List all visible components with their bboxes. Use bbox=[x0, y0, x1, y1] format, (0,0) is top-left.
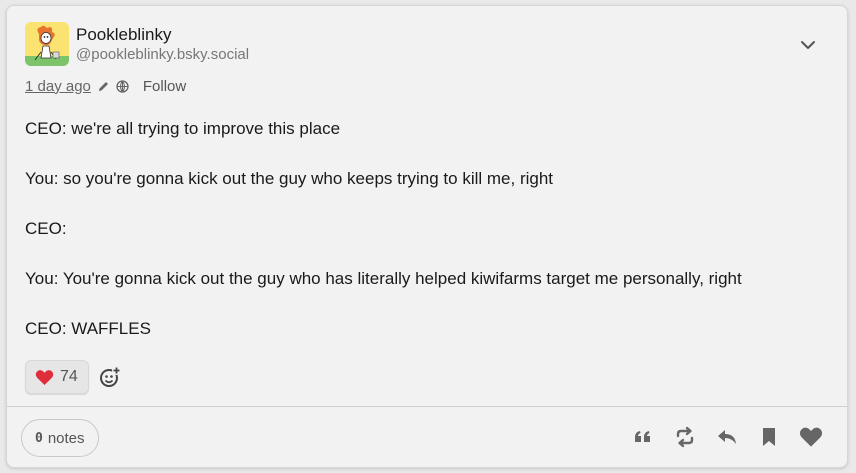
pencil-icon bbox=[97, 80, 110, 93]
notes-label: notes bbox=[47, 429, 85, 447]
reaction-count: 74 bbox=[60, 368, 78, 385]
globe-icon bbox=[116, 79, 129, 93]
reactions-bar: 74 bbox=[25, 360, 122, 394]
follow-button[interactable]: Follow bbox=[143, 78, 186, 95]
notes-count: 0 bbox=[35, 430, 43, 446]
author-display-name[interactable]: Pookleblinky bbox=[76, 24, 249, 46]
like-icon[interactable] bbox=[799, 425, 823, 449]
quote-icon[interactable] bbox=[631, 425, 655, 449]
post-timestamp[interactable]: 1 day ago bbox=[25, 78, 91, 95]
heart-reaction-button[interactable]: 74 bbox=[25, 360, 89, 394]
heart-icon bbox=[35, 369, 54, 385]
post-paragraph: You: so you're gonna kick out the guy wh… bbox=[25, 169, 554, 188]
footer-divider bbox=[7, 406, 847, 407]
post-paragraph: CEO: bbox=[25, 219, 67, 238]
post-body: CEO: we're all trying to improve this pl… bbox=[25, 116, 833, 366]
post-paragraph: You: You're gonna kick out the guy who h… bbox=[25, 269, 742, 288]
author-names: Pookleblinky @pookleblinky.bsky.social bbox=[76, 24, 249, 64]
reblog-icon[interactable] bbox=[673, 425, 697, 449]
post-card: Pookleblinky @pookleblinky.bsky.social 1… bbox=[6, 5, 848, 468]
post-paragraph: CEO: WAFFLES bbox=[25, 319, 151, 338]
reply-icon[interactable] bbox=[715, 425, 739, 449]
avatar[interactable] bbox=[25, 22, 69, 66]
add-reaction-icon[interactable] bbox=[98, 365, 122, 389]
post-paragraph: CEO: we're all trying to improve this pl… bbox=[25, 119, 341, 138]
post-footer: 0 notes bbox=[21, 419, 833, 457]
bookmark-icon[interactable] bbox=[757, 425, 781, 449]
notes-button[interactable]: 0 notes bbox=[21, 419, 99, 457]
post-header: Pookleblinky @pookleblinky.bsky.social bbox=[25, 22, 833, 68]
chevron-down-icon[interactable] bbox=[797, 34, 819, 56]
post-actions bbox=[613, 425, 823, 449]
post-meta: 1 day ago Follow bbox=[25, 76, 186, 96]
cartoon-avatar-icon bbox=[25, 22, 69, 66]
author-handle[interactable]: @pookleblinky.bsky.social bbox=[76, 46, 249, 64]
